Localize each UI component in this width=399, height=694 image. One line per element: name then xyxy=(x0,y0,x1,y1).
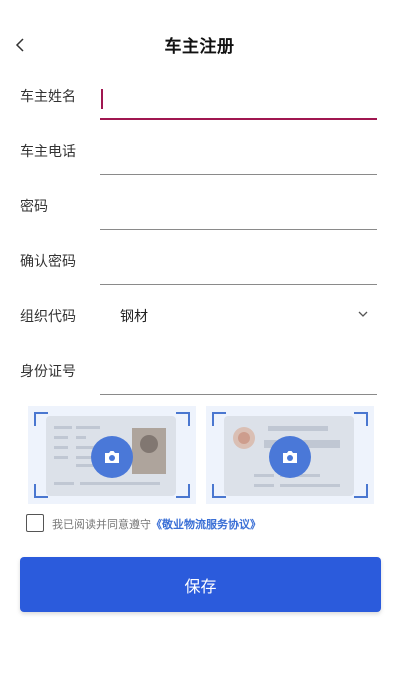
page-header: 车主注册 xyxy=(0,0,399,90)
org-code-select-value[interactable]: 钢材 xyxy=(120,306,148,326)
confirm-password-row: 确认密码 xyxy=(0,245,399,285)
owner-name-input[interactable] xyxy=(100,80,377,120)
camera-icon[interactable] xyxy=(91,436,133,478)
text-caret xyxy=(101,89,103,109)
password-label: 密码 xyxy=(20,199,48,215)
id-number-row: 身份证号 xyxy=(0,355,399,395)
confirm-password-label: 确认密码 xyxy=(20,254,76,270)
page-title: 车主注册 xyxy=(164,37,235,57)
id-card-front-upload[interactable] xyxy=(28,406,196,504)
id-card-back-upload[interactable] xyxy=(206,406,374,504)
password-row: 密码 xyxy=(0,190,399,230)
frame-corner xyxy=(176,412,190,426)
agreement-prefix: 我已阅读并同意遵守 xyxy=(52,518,151,531)
agreement-link[interactable]: 《敬业物流服务协议》 xyxy=(151,518,261,531)
frame-corner xyxy=(354,484,368,498)
agreement-text: 我已阅读并同意遵守《敬业物流服务协议》 xyxy=(52,516,261,532)
password-input[interactable] xyxy=(100,190,377,230)
save-button[interactable]: 保存 xyxy=(20,557,381,612)
confirm-password-input[interactable] xyxy=(100,245,377,285)
org-code-row[interactable]: 组织代码 钢材 xyxy=(0,300,399,340)
owner-name-row: 车主姓名 xyxy=(0,80,399,120)
owner-phone-label: 车主电话 xyxy=(20,144,76,160)
owner-phone-input[interactable] xyxy=(100,135,377,175)
owner-phone-row: 车主电话 xyxy=(0,135,399,175)
id-number-input[interactable] xyxy=(100,355,377,395)
id-number-label: 身份证号 xyxy=(20,364,76,380)
owner-name-label: 车主姓名 xyxy=(20,89,76,105)
agreement-checkbox[interactable] xyxy=(26,514,44,532)
frame-corner xyxy=(176,484,190,498)
chevron-down-icon[interactable] xyxy=(356,306,370,320)
camera-icon[interactable] xyxy=(269,436,311,478)
org-code-label: 组织代码 xyxy=(20,309,76,325)
frame-corner xyxy=(354,412,368,426)
agreement-row: 我已阅读并同意遵守《敬业物流服务协议》 xyxy=(26,514,386,534)
